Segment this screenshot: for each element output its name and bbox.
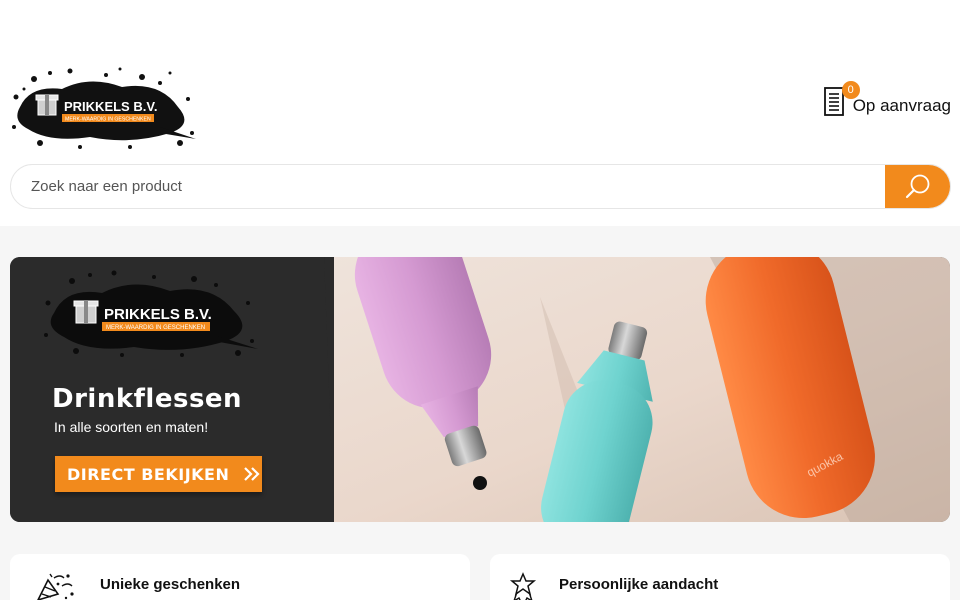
quote-cart[interactable]: 0 Op aanvraag [823,81,951,118]
bottles-photo: quokka [290,257,950,522]
banner-subtitle: In alle soorten en maten! [54,419,209,435]
feature-title: Persoonlijke aandacht [559,576,719,593]
direct-bekijken-button[interactable]: DIRECT BEKIJKEN [55,456,262,492]
banner-brand-tagline-mark: MERK-WAARDIG IN GESCHENKEN [106,325,205,331]
banner-panel-edge [310,257,334,522]
confetti-icon [34,572,76,600]
site-header: PRIKKELS B.V. MERK-WAARDIG IN GESCHENKEN… [0,0,960,226]
cta-label: DIRECT BEKIJKEN [67,464,230,484]
banner-brand-logo: PRIKKELS B.V. MERK-WAARDIG IN GESCHENKEN [42,269,258,357]
banner-title: Drinkflessen [52,384,243,414]
search-icon [905,174,930,198]
cart-count-badge: 0 [841,81,860,99]
search-button[interactable] [885,165,950,208]
feature-card-personal-attention: Persoonlijke aandacht [490,554,950,600]
brand-tagline-mark: MERK-WAARDIG IN GESCHENKEN [65,117,151,123]
search-bar [10,164,951,209]
cart-icon-wrap: 0 [823,81,860,118]
hero-banner[interactable]: quokka PRIKKELS B.V. MERK-WAARDIG IN GES… [10,257,950,522]
double-chevron-right-icon [244,467,260,481]
brand-name-mark: PRIKKELS B.V. [64,99,157,114]
cart-label: Op aanvraag [852,96,951,115]
badge-star-icon [508,572,538,600]
feature-title: Unieke geschenken [100,576,241,593]
banner-brand-name-mark: PRIKKELS B.V. [104,306,212,323]
search-input[interactable] [11,165,887,208]
feature-card-unique-gifts: Unieke geschenken [10,554,470,600]
carousel-dot-active[interactable] [473,476,487,490]
brand-logo[interactable]: PRIKKELS B.V. MERK-WAARDIG IN GESCHENKEN [10,67,196,149]
